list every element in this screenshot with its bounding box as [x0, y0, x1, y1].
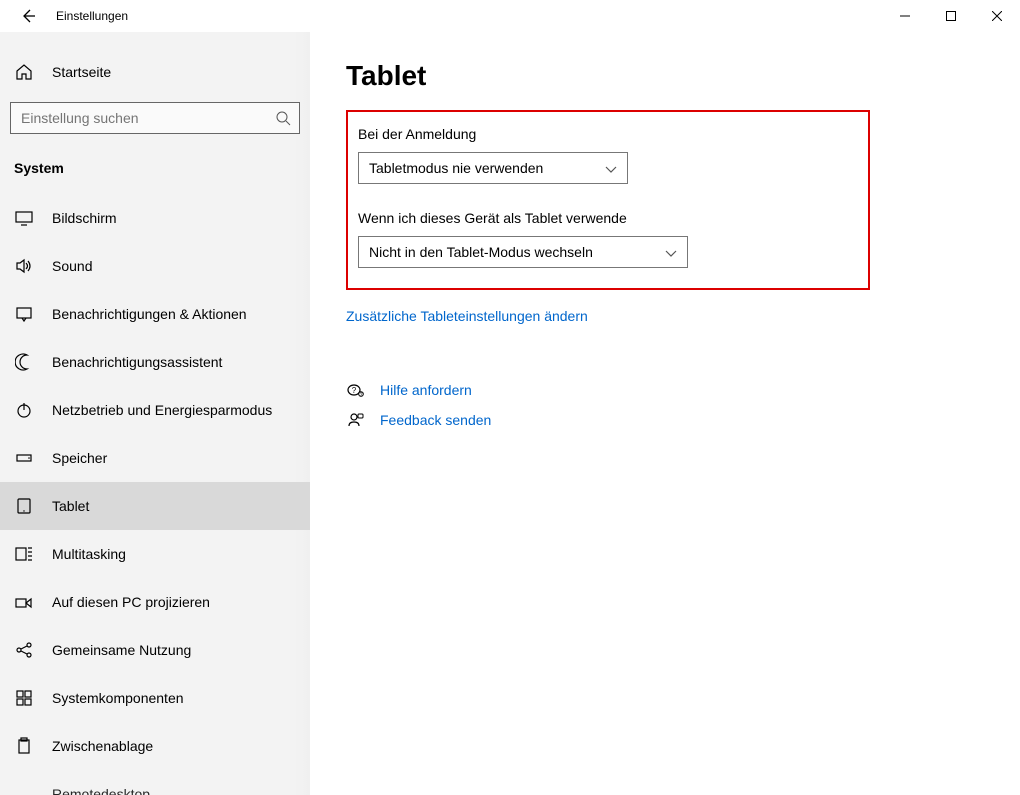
sidebar-item-project[interactable]: Auf diesen PC projizieren [0, 578, 310, 626]
display-icon [14, 208, 34, 228]
sidebar-item-label: Benachrichtigungsassistent [52, 354, 222, 370]
sidebar-home-label: Startseite [52, 64, 111, 80]
back-button[interactable] [8, 0, 48, 32]
svg-text:?: ? [360, 393, 363, 398]
multitask-icon [14, 544, 34, 564]
tablet-icon [14, 496, 34, 516]
additional-settings-link[interactable]: Zusätzliche Tableteinstellungen ändern [346, 308, 1020, 324]
field2-label: Wenn ich dieses Gerät als Tablet verwend… [358, 210, 688, 226]
sidebar-item-tablet[interactable]: Tablet [0, 482, 310, 530]
svg-text:?: ? [352, 386, 357, 395]
sidebar-item-remotedesktop[interactable]: Remotedesktop [0, 770, 310, 795]
search-input[interactable] [10, 102, 300, 134]
chevron-down-icon [665, 246, 677, 258]
sidebar: Startseite System Bildschirm Sound Benachr… [0, 32, 310, 795]
sidebar-item-label: Netzbetrieb und Energiesparmodus [52, 402, 272, 418]
power-icon [14, 400, 34, 420]
feedback-label: Feedback senden [380, 412, 491, 428]
close-button[interactable] [974, 0, 1020, 32]
highlight-box: Bei der Anmeldung Tabletmodus nie verwen… [346, 110, 870, 290]
sidebar-item-clipboard[interactable]: Zwischenablage [0, 722, 310, 770]
sidebar-item-multitask[interactable]: Multitasking [0, 530, 310, 578]
help-icon: ?? [346, 382, 366, 398]
sidebar-item-components[interactable]: Systemkomponenten [0, 674, 310, 722]
sidebar-item-storage[interactable]: Speicher [0, 434, 310, 482]
shared-icon [14, 640, 34, 660]
sidebar-list: Bildschirm Sound Benachrichtigungen & Akti… [0, 194, 310, 795]
sidebar-item-label: Benachrichtigungen & Aktionen [52, 306, 247, 322]
window-controls [882, 0, 1020, 32]
field1-label: Bei der Anmeldung [358, 126, 688, 142]
maximize-button[interactable] [928, 0, 974, 32]
sidebar-item-label: Gemeinsame Nutzung [52, 642, 191, 658]
sidebar-item-shared[interactable]: Gemeinsame Nutzung [0, 626, 310, 674]
sidebar-item-sound[interactable]: Sound [0, 242, 310, 290]
minimize-icon [900, 11, 910, 21]
sidebar-item-label: Speicher [52, 450, 107, 466]
get-help-link[interactable]: ?? Hilfe anfordern [346, 382, 1020, 398]
project-icon [14, 592, 34, 612]
sidebar-item-display[interactable]: Bildschirm [0, 194, 310, 242]
feedback-icon [346, 412, 366, 428]
sidebar-item-power[interactable]: Netzbetrieb und Energiesparmodus [0, 386, 310, 434]
main-content: Tablet Bei der Anmeldung Tabletmodus nie… [310, 32, 1020, 795]
remote-icon [14, 784, 34, 795]
close-icon [992, 11, 1002, 21]
sidebar-item-label: Zwischenablage [52, 738, 153, 754]
tablet-use-dropdown[interactable]: Nicht in den Tablet-Modus wechseln [358, 236, 688, 268]
minimize-button[interactable] [882, 0, 928, 32]
storage-icon [14, 448, 34, 468]
clipboard-icon [14, 736, 34, 756]
sidebar-home[interactable]: Startseite [0, 52, 310, 92]
sidebar-item-label: Sound [52, 258, 92, 274]
sidebar-item-notifications[interactable]: Benachrichtigungen & Aktionen [0, 290, 310, 338]
maximize-icon [946, 11, 956, 21]
focus-icon [14, 352, 34, 372]
notifications-icon [14, 304, 34, 324]
home-icon [14, 62, 34, 82]
sidebar-item-label: Auf diesen PC projizieren [52, 594, 210, 610]
sound-icon [14, 256, 34, 276]
page-title: Tablet [346, 60, 1020, 92]
sidebar-item-label: Systemkomponenten [52, 690, 184, 706]
title-bar: Einstellungen [0, 0, 1020, 32]
search-field[interactable] [19, 109, 275, 127]
sidebar-item-label: Bildschirm [52, 210, 117, 226]
window-title: Einstellungen [56, 9, 128, 23]
sidebar-item-focus[interactable]: Benachrichtigungsassistent [0, 338, 310, 386]
components-icon [14, 688, 34, 708]
help-label: Hilfe anfordern [380, 382, 472, 398]
feedback-link[interactable]: Feedback senden [346, 412, 1020, 428]
sidebar-category: System [0, 152, 310, 194]
dropdown-value: Nicht in den Tablet-Modus wechseln [369, 244, 593, 260]
search-icon [275, 110, 291, 126]
sidebar-item-label: Tablet [52, 498, 89, 514]
signin-behavior-dropdown[interactable]: Tabletmodus nie verwenden [358, 152, 628, 184]
chevron-down-icon [605, 162, 617, 174]
sidebar-item-label: Remotedesktop [52, 786, 150, 795]
dropdown-value: Tabletmodus nie verwenden [369, 160, 543, 176]
sidebar-item-label: Multitasking [52, 546, 126, 562]
back-arrow-icon [20, 8, 36, 24]
